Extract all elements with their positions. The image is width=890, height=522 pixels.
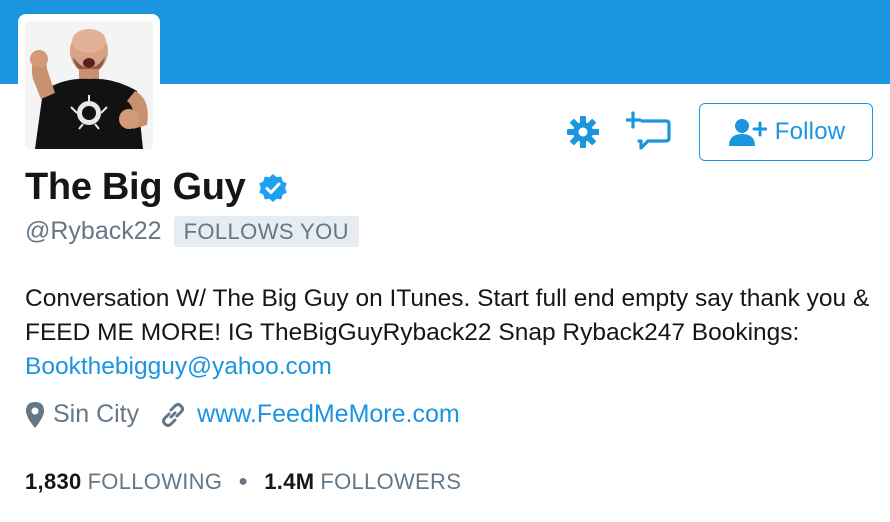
- add-user-icon: [728, 119, 767, 146]
- settings-button[interactable]: [562, 111, 604, 153]
- profile-handle[interactable]: @Ryback22: [25, 217, 162, 246]
- profile-bio: Conversation W/ The Big Guy on ITunes. S…: [25, 282, 875, 384]
- gear-icon: [567, 116, 599, 148]
- handle-row: @Ryback22 FOLLOWS YOU: [25, 216, 359, 247]
- direct-message-icon: [626, 111, 671, 150]
- direct-message-button[interactable]: [624, 108, 674, 154]
- stats-separator: ●: [238, 473, 249, 490]
- location-pin-icon: [25, 401, 45, 429]
- following-count: 1,830: [25, 469, 82, 494]
- verified-badge-icon: [258, 173, 287, 202]
- follow-button[interactable]: Follow: [699, 103, 873, 161]
- follows-you-badge: FOLLOWS YOU: [173, 216, 359, 247]
- profile-header: Follow The Big Guy @Ryback22 FOLLOWS YOU…: [0, 0, 890, 522]
- profile-stats: 1,830 FOLLOWING ● 1.4M FOLLOWERS: [25, 469, 461, 495]
- display-name[interactable]: The Big Guy: [25, 166, 246, 209]
- bio-email-link[interactable]: Bookthebigguy@yahoo.com: [25, 353, 332, 380]
- followers-label: FOLLOWERS: [320, 469, 462, 494]
- followers-stat[interactable]: 1.4M FOLLOWERS: [264, 469, 461, 495]
- following-stat[interactable]: 1,830 FOLLOWING: [25, 469, 222, 495]
- link-icon: [159, 401, 187, 429]
- followers-count: 1.4M: [264, 469, 315, 494]
- profile-location: Sin City: [53, 400, 140, 428]
- profile-website-link[interactable]: www.FeedMeMore.com: [197, 400, 460, 429]
- profile-meta: Sin City www.FeedMeMore.com: [25, 400, 460, 429]
- bio-text: Conversation W/ The Big Guy on ITunes. S…: [25, 285, 870, 346]
- avatar[interactable]: [25, 21, 153, 149]
- follow-button-label: Follow: [774, 118, 846, 145]
- following-label: FOLLOWING: [87, 469, 223, 494]
- name-row: The Big Guy: [25, 166, 288, 209]
- avatar-frame[interactable]: [18, 14, 160, 156]
